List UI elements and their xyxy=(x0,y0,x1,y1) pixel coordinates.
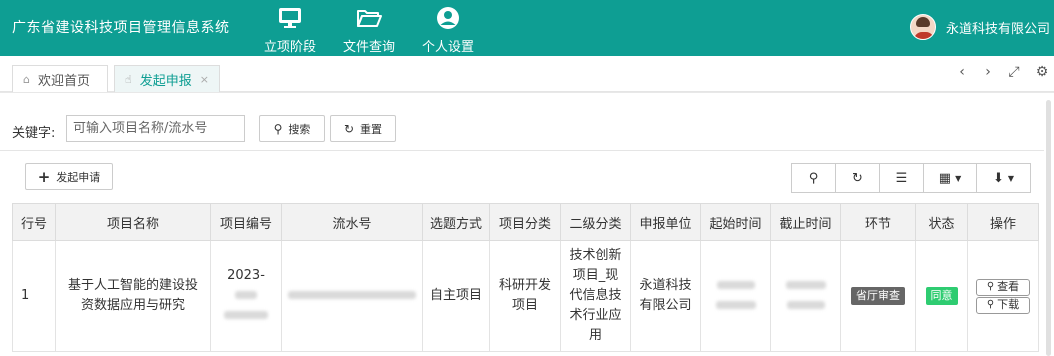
column-header[interactable]: 项目分类 xyxy=(489,203,561,241)
search-icon: ⚲ xyxy=(808,170,819,186)
download-button[interactable]: ⚲ 下载 xyxy=(976,296,1030,314)
table-search-button[interactable]: ⚲ xyxy=(791,163,836,193)
column-header[interactable]: 截止时间 xyxy=(770,203,841,241)
column-header[interactable]: 操作 xyxy=(967,203,1039,241)
project-table: 行号 项目名称 项目编号 流水号 选题方式 项目分类 二级分类 申报单位 起始时… xyxy=(12,203,1039,352)
nav-item-label: 文件查询 xyxy=(342,40,395,55)
redacted-text xyxy=(707,296,764,316)
redacted-text xyxy=(777,296,834,316)
keyword-input[interactable] xyxy=(66,115,245,142)
reset-button[interactable]: ↻ 重置 xyxy=(330,115,396,142)
column-header[interactable]: 选题方式 xyxy=(422,203,490,241)
search-icon: ⚲ xyxy=(273,121,283,136)
search-button[interactable]: ⚲ 搜索 xyxy=(259,115,325,142)
column-header[interactable]: 环节 xyxy=(840,203,916,241)
nav-item-label: 个人设置 xyxy=(421,40,474,55)
caret-down-icon: ▼ xyxy=(955,173,962,183)
download-button-label: 下载 xyxy=(997,298,1020,311)
nav-item-file-query[interactable]: 文件查询 xyxy=(334,6,404,55)
user-circle-icon xyxy=(413,6,483,32)
status-badge: 同意 xyxy=(925,287,958,305)
monitor-icon xyxy=(255,6,325,32)
avatar xyxy=(910,14,936,40)
project-subcategory: 技术创新项目_现代信息技术行业应用 xyxy=(560,240,631,352)
user-name: 永道科技有限公司 xyxy=(946,21,1051,37)
column-header[interactable]: 项目编号 xyxy=(210,203,282,241)
table-toolbar: ⚲ ↻ ☰ ▦ ▼ ⬇ ▼ xyxy=(791,163,1031,193)
column-header[interactable]: 项目名称 xyxy=(55,203,211,241)
tab-bar: ⌂ 欢迎首页 ☝ 发起申报 × xyxy=(0,56,1054,92)
view-button-label: 查看 xyxy=(997,280,1020,293)
redacted-text xyxy=(707,276,764,296)
close-icon[interactable]: × xyxy=(200,73,209,86)
table-row: 1 基于人工智能的建设投资数据应用与研究 2023- 自主项目 科研开发项目 技… xyxy=(12,240,1039,352)
refresh-icon: ↻ xyxy=(343,121,355,136)
redacted-text xyxy=(217,306,275,326)
refresh-icon: ↻ xyxy=(852,170,863,186)
home-icon: ⌂ xyxy=(23,72,30,86)
search-icon: ⚲ xyxy=(986,299,995,310)
tab-welcome[interactable]: ⌂ 欢迎首页 xyxy=(12,65,108,92)
nav-item-personal-settings[interactable]: 个人设置 xyxy=(413,6,483,55)
column-header[interactable]: 状态 xyxy=(915,203,968,241)
chevron-right-icon[interactable]: › xyxy=(980,64,996,80)
table-header-row: 行号 项目名称 项目编号 流水号 选题方式 项目分类 二级分类 申报单位 起始时… xyxy=(12,203,1039,241)
serial-number xyxy=(281,240,423,352)
search-icon: ⚲ xyxy=(986,281,995,292)
caret-down-icon: ▼ xyxy=(1007,173,1015,183)
nav-item-label: 立项阶段 xyxy=(263,40,316,55)
top-navbar: 广东省建设科技项目管理信息系统 立项阶段 文件查询 个人设置 永道科技有限公司 xyxy=(0,0,1054,56)
app-title: 广东省建设科技项目管理信息系统 xyxy=(12,20,230,36)
project-code-text: 2023- xyxy=(227,268,265,283)
column-header[interactable]: 二级分类 xyxy=(560,203,631,241)
plus-icon: + xyxy=(37,167,51,186)
folder-open-icon xyxy=(334,6,404,32)
view-button[interactable]: ⚲ 查看 xyxy=(976,278,1030,296)
grid-icon: ▦ xyxy=(938,170,952,186)
keyword-label: 关键字: xyxy=(12,126,56,141)
tab-submit-application[interactable]: ☝ 发起申报 × xyxy=(114,65,220,92)
list-icon: ☰ xyxy=(895,170,908,186)
start-time xyxy=(700,240,771,352)
tab-label: 发起申报 xyxy=(139,73,192,89)
table-refresh-button[interactable]: ↻ xyxy=(835,163,880,193)
columns-dropdown-button[interactable]: ▦ ▼ xyxy=(923,163,977,193)
stage-cell: 省厅审查 xyxy=(840,240,916,352)
column-header[interactable]: 起始时间 xyxy=(700,203,771,241)
project-name: 基于人工智能的建设投资数据应用与研究 xyxy=(55,240,211,352)
redacted-text xyxy=(288,291,416,299)
chevron-left-icon[interactable]: ‹ xyxy=(954,64,970,80)
redacted-text xyxy=(777,276,834,296)
toggle-view-button[interactable]: ☰ xyxy=(879,163,924,193)
column-header[interactable]: 行号 xyxy=(12,203,56,241)
row-number: 1 xyxy=(12,240,56,352)
export-dropdown-button[interactable]: ⬇ ▼ xyxy=(976,163,1031,193)
nav-item-project-stage[interactable]: 立项阶段 xyxy=(255,6,325,55)
end-time xyxy=(770,240,841,352)
cursor-icon: ☝ xyxy=(125,72,132,86)
create-button-label: 发起申请 xyxy=(56,170,101,184)
actions-cell: ⚲ 查看 ⚲ 下载 xyxy=(967,240,1039,352)
page-scrollbar[interactable] xyxy=(1046,100,1051,356)
gear-icon[interactable]: ⚙ xyxy=(1034,64,1050,80)
status-cell: 同意 xyxy=(915,240,968,352)
fullscreen-icon[interactable]: ⤢ xyxy=(1006,64,1022,80)
column-header[interactable]: 流水号 xyxy=(281,203,423,241)
project-category: 科研开发项目 xyxy=(489,240,561,352)
applicant-unit: 永道科技有限公司 xyxy=(630,240,701,352)
project-code: 2023- xyxy=(210,240,282,352)
search-button-label: 搜索 xyxy=(288,122,311,136)
topic-mode: 自主项目 xyxy=(422,240,490,352)
divider xyxy=(0,150,1044,151)
user-menu[interactable]: 永道科技有限公司 xyxy=(910,14,1050,40)
tab-label: 欢迎首页 xyxy=(37,73,90,89)
redacted-text xyxy=(217,286,275,306)
column-header[interactable]: 申报单位 xyxy=(630,203,701,241)
stage-badge: 省厅审查 xyxy=(851,287,905,305)
search-filter: 关键字: ⚲ 搜索 ↻ 重置 xyxy=(0,92,1054,150)
reset-button-label: 重置 xyxy=(360,122,383,136)
download-icon: ⬇ xyxy=(992,170,1004,186)
create-application-button[interactable]: + 发起申请 xyxy=(25,163,113,190)
